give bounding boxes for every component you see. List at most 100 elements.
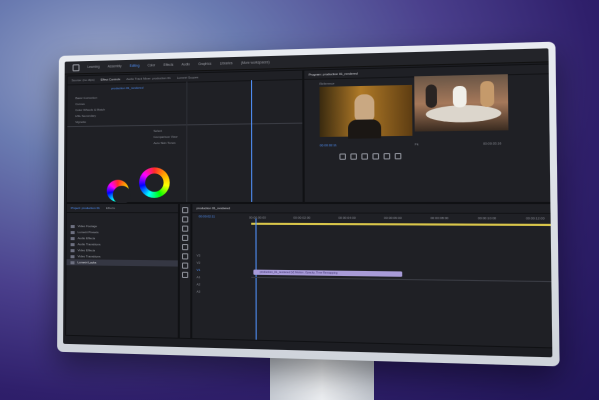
workspace-assembly[interactable]: Assembly bbox=[108, 64, 122, 68]
option-skin-tones[interactable]: Auto Skin Tones bbox=[153, 141, 175, 145]
list-item-selected[interactable]: Lumetri Looks bbox=[66, 259, 178, 267]
color-wheel-shadows[interactable] bbox=[106, 179, 129, 202]
item-label: Audio Transitions bbox=[77, 242, 101, 247]
clip-effects: Motion, Opacity, Time Remapping bbox=[295, 271, 338, 275]
tab-effect-controls[interactable]: Effect Controls bbox=[101, 77, 121, 81]
item-label: Audio Effects bbox=[77, 236, 96, 241]
item-label: Video Transitions bbox=[77, 254, 101, 259]
pen-icon[interactable] bbox=[182, 253, 189, 260]
folder-icon bbox=[70, 230, 75, 234]
step-forward-icon[interactable] bbox=[372, 153, 380, 160]
row-hsl-secondary[interactable]: HSL Secondary bbox=[75, 114, 96, 118]
workspace-libraries[interactable]: Libraries bbox=[220, 61, 233, 65]
ruler-tick: 00:00:06:00 bbox=[383, 215, 402, 221]
video-clip[interactable]: production_01_rendered [V] Motion, Opaci… bbox=[253, 269, 403, 277]
figure-3 bbox=[480, 80, 495, 108]
option-comparison[interactable]: Comparison View bbox=[153, 135, 177, 139]
slip-icon[interactable] bbox=[182, 244, 189, 251]
tab-source[interactable]: Source: (no clips) bbox=[72, 78, 95, 83]
home-icon[interactable] bbox=[72, 63, 80, 71]
option-select[interactable]: Select bbox=[153, 129, 162, 133]
program-video-frame bbox=[414, 74, 509, 132]
item-label: Video Effects bbox=[77, 248, 96, 253]
tab-project[interactable]: Project: production 01 bbox=[71, 206, 100, 210]
ruler-tick: 00:00:00:00 bbox=[249, 215, 266, 220]
step-back-icon[interactable] bbox=[350, 153, 357, 160]
folder-icon bbox=[70, 242, 75, 246]
workspace-audio[interactable]: Audio bbox=[182, 62, 190, 66]
workspace-more[interactable]: (More workspaces) bbox=[241, 60, 270, 65]
time-ruler[interactable]: 00:00:00:00 00:00:02:00 00:00:04:00 00:0… bbox=[249, 215, 552, 220]
monitor-bezel: Learning Assembly Editing Color Effects … bbox=[57, 41, 560, 367]
row-basic-correction[interactable]: Basic Correction bbox=[75, 96, 97, 100]
workspace-color[interactable]: Color bbox=[148, 63, 156, 67]
razor-icon[interactable] bbox=[182, 234, 189, 241]
folder-icon bbox=[70, 236, 75, 240]
ruler-tick: 00:00:12:00 bbox=[525, 216, 545, 221]
ruler-tick: 00:00:10:00 bbox=[477, 215, 497, 221]
zoom-select[interactable]: Fit bbox=[415, 142, 419, 146]
timeline-playhead[interactable] bbox=[255, 218, 257, 340]
reference-video-frame bbox=[319, 84, 413, 139]
workspace-editing[interactable]: Editing bbox=[130, 64, 140, 68]
effect-controls-panel: Source: (no clips) Effect Controls Audio… bbox=[65, 69, 304, 203]
ruler-tick: 00:00:02:00 bbox=[293, 215, 311, 220]
workspace-effects[interactable]: Effects bbox=[163, 63, 173, 67]
tab-audio-mixer[interactable]: Audio Track Mixer: production 01 bbox=[126, 76, 171, 81]
ec-playhead[interactable] bbox=[251, 80, 253, 202]
figure-2 bbox=[452, 85, 467, 108]
folder-icon bbox=[70, 260, 75, 264]
mark-out-icon[interactable] bbox=[383, 153, 391, 160]
play-icon[interactable] bbox=[361, 153, 369, 160]
row-curves[interactable]: Curves bbox=[75, 102, 84, 106]
tools-panel bbox=[178, 203, 192, 340]
project-panel: Project: production 01 Effects Video Foo… bbox=[65, 203, 179, 339]
transport-controls bbox=[337, 152, 403, 160]
folder-icon bbox=[70, 254, 75, 258]
track-divider bbox=[251, 276, 553, 283]
table-shape bbox=[425, 104, 502, 123]
track-select-icon[interactable] bbox=[182, 216, 189, 223]
tab-timeline[interactable]: production 01_rendered bbox=[197, 206, 230, 210]
workspace-learning[interactable]: Learning bbox=[87, 65, 99, 69]
folder-icon bbox=[70, 248, 75, 252]
tab-lumetri-scopes[interactable]: Lumetri Scopes bbox=[177, 75, 198, 80]
app-screen: Learning Assembly Editing Color Effects … bbox=[63, 48, 553, 358]
person-face bbox=[354, 94, 375, 122]
export-frame-icon[interactable] bbox=[394, 152, 402, 160]
hand-icon[interactable] bbox=[181, 262, 189, 269]
person-body bbox=[347, 119, 382, 139]
divider bbox=[67, 122, 303, 128]
ruler-tick: 00:00:04:00 bbox=[338, 215, 356, 220]
timeline-timecode[interactable]: 00:00:02:11 bbox=[199, 214, 215, 218]
type-icon[interactable] bbox=[181, 271, 189, 279]
mark-in-icon[interactable] bbox=[339, 153, 346, 160]
figure-1 bbox=[425, 84, 438, 108]
timeline-divider bbox=[186, 81, 188, 202]
track-headers: V3 V2 V1 A1 A2 A3 bbox=[197, 253, 248, 297]
timeline-panel: production 01_rendered 00:00:02:11 00:00… bbox=[191, 203, 553, 349]
item-label: Video Footage bbox=[77, 224, 98, 229]
tab-program[interactable]: Program: production 01_rendered bbox=[309, 71, 358, 76]
track-a3[interactable]: A3 bbox=[197, 290, 248, 298]
timeline-tabs: production 01_rendered bbox=[192, 204, 552, 214]
project-tabs: Project: production 01 Effects bbox=[66, 204, 178, 214]
item-label: Lumetri Looks bbox=[77, 260, 97, 265]
clip-name: production_01_rendered [V] bbox=[259, 270, 295, 275]
monitor-scene: Learning Assembly Editing Color Effects … bbox=[0, 0, 599, 400]
row-vignette[interactable]: Vignette bbox=[75, 120, 86, 124]
reference-label: Reference bbox=[319, 81, 335, 86]
color-wheel-midtones[interactable] bbox=[139, 167, 170, 198]
program-timecode-left[interactable]: 00:00:02:11 bbox=[320, 143, 337, 147]
selection-tool-icon[interactable] bbox=[182, 207, 189, 214]
tab-effects[interactable]: Effects bbox=[106, 206, 115, 210]
clip-label: production 01_rendered bbox=[111, 85, 144, 91]
ripple-edit-icon[interactable] bbox=[182, 225, 189, 232]
work-area-bar[interactable] bbox=[251, 222, 552, 227]
item-label: Lumetri Presets bbox=[77, 230, 99, 235]
program-monitor-panel: Program: production 01_rendered Referenc… bbox=[303, 63, 553, 203]
workspace-graphics[interactable]: Graphics bbox=[198, 62, 211, 66]
folder-icon bbox=[70, 224, 75, 228]
project-list: Video Footage Lumetri Presets Audio Effe… bbox=[66, 223, 178, 267]
row-color-wheels[interactable]: Color Wheels & Match bbox=[75, 108, 105, 113]
